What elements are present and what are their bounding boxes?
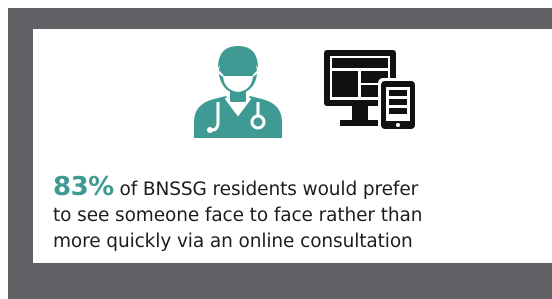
- statistic-line-2: to see someone face to face rather than: [53, 205, 423, 226]
- statistic-line-3: more quickly via an online consultation: [53, 231, 413, 252]
- doctor-icon: [194, 46, 282, 138]
- statistic-line-1: 83% of BNSSG residents would prefer: [53, 174, 543, 203]
- statistic-text: 83% of BNSSG residents would prefer to s…: [53, 174, 543, 255]
- statistic-percentage: 83%: [53, 172, 114, 202]
- statistic-line-1-text: of BNSSG residents would prefer: [113, 179, 419, 200]
- computer-and-phone-icon: [324, 50, 418, 132]
